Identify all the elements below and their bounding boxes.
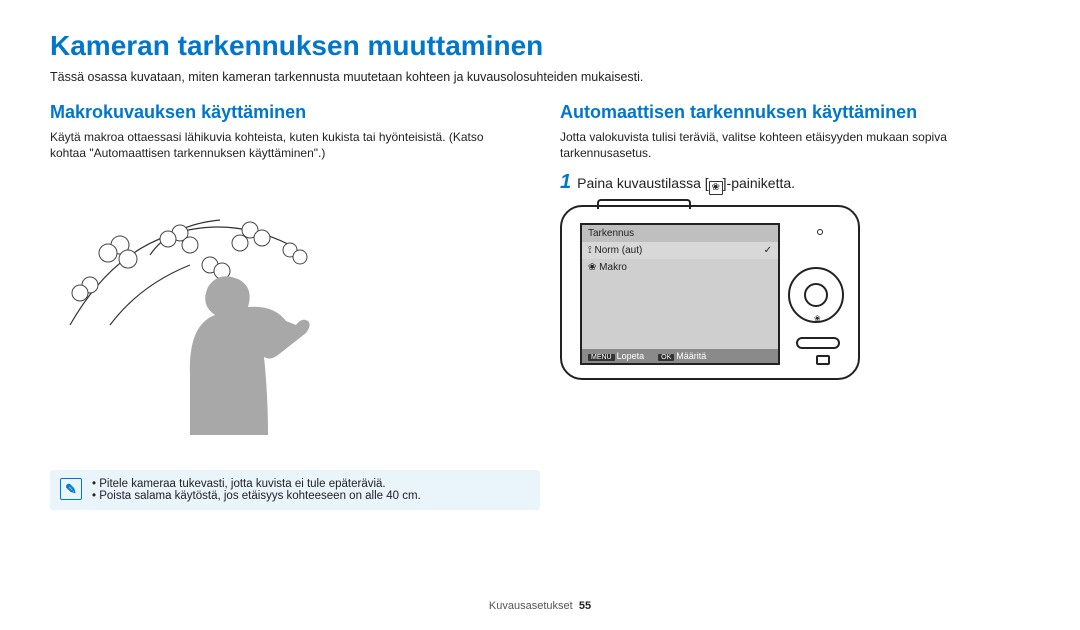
step-1: 1 Paina kuvaustilassa [❀]-painiketta. (560, 171, 1030, 195)
footer-section: Kuvausasetukset (489, 600, 573, 612)
camera-led-icon (817, 229, 823, 235)
macro-icon: ❀ (588, 262, 596, 273)
page-intro: Tässä osassa kuvataan, miten kameran tar… (50, 70, 1030, 84)
note-item-1: Pitele kameraa tukevasti, jotta kuvista … (92, 478, 421, 490)
content-columns: Makrokuvauksen käyttäminen Käytä makroa … (50, 102, 1030, 440)
ok-tag: OK (658, 354, 674, 361)
page-footer: Kuvausasetukset 55 (0, 600, 1080, 612)
footer-lopeta: Lopeta (617, 351, 645, 361)
note-icon: ✎ (60, 478, 82, 500)
screen-header: Tarkennus (582, 225, 778, 242)
note-box: ✎ Pitele kameraa tukevasti, jotta kuvist… (50, 470, 540, 510)
macro-label: Makro (599, 262, 627, 273)
macro-illustration (50, 175, 370, 435)
step-number: 1 (560, 171, 571, 194)
camera-screen: Tarkennus ⟟ Norm (aut) ✓ ❀ Makro (580, 223, 780, 365)
left-column: Makrokuvauksen käyttäminen Käytä makroa … (50, 102, 520, 440)
dpad-down-macro-icon: ❀ (814, 314, 821, 323)
step-text-post: ]-painiketta. (723, 175, 795, 191)
note-list: Pitele kameraa tukevasti, jotta kuvista … (92, 478, 421, 502)
check-icon: ✓ (764, 245, 772, 256)
dpad-ring-icon: ❀ (788, 267, 844, 323)
screen-row-macro: ❀ Makro (582, 259, 778, 276)
note-item-2: Poista salama käytöstä, jos etäisyys koh… (92, 490, 421, 502)
right-column: Automaattisen tarkennuksen käyttäminen J… (560, 102, 1030, 440)
norm-icon: ⟟ (588, 245, 592, 256)
norm-label: Norm (aut) (595, 245, 643, 256)
page-title: Kameran tarkennuksen muuttaminen (50, 30, 1030, 62)
footer-maarita: Määritä (676, 351, 706, 361)
menu-tag: MENU (588, 354, 615, 361)
macro-body: Käytä makroa ottaessasi lähikuvia kohtei… (50, 129, 520, 161)
macro-heading: Makrokuvauksen käyttäminen (50, 102, 520, 123)
autofocus-body: Jotta valokuvista tulisi teräviä, valits… (560, 129, 1030, 161)
macro-button-icon: ❀ (709, 181, 723, 195)
footer-page-number: 55 (579, 600, 591, 612)
dpad-center-icon (804, 283, 828, 307)
camera-button-pill-icon (796, 337, 840, 349)
autofocus-heading: Automaattisen tarkennuksen käyttäminen (560, 102, 1030, 123)
camera-illustration: Tarkennus ⟟ Norm (aut) ✓ ❀ Makro (560, 205, 860, 380)
step-text-pre: Paina kuvaustilassa [ (577, 175, 709, 191)
screen-row-norm: ⟟ Norm (aut) ✓ (582, 242, 778, 259)
screen-footer: MENULopeta OKMääritä (582, 349, 778, 363)
camera-button-square-icon (816, 355, 830, 365)
